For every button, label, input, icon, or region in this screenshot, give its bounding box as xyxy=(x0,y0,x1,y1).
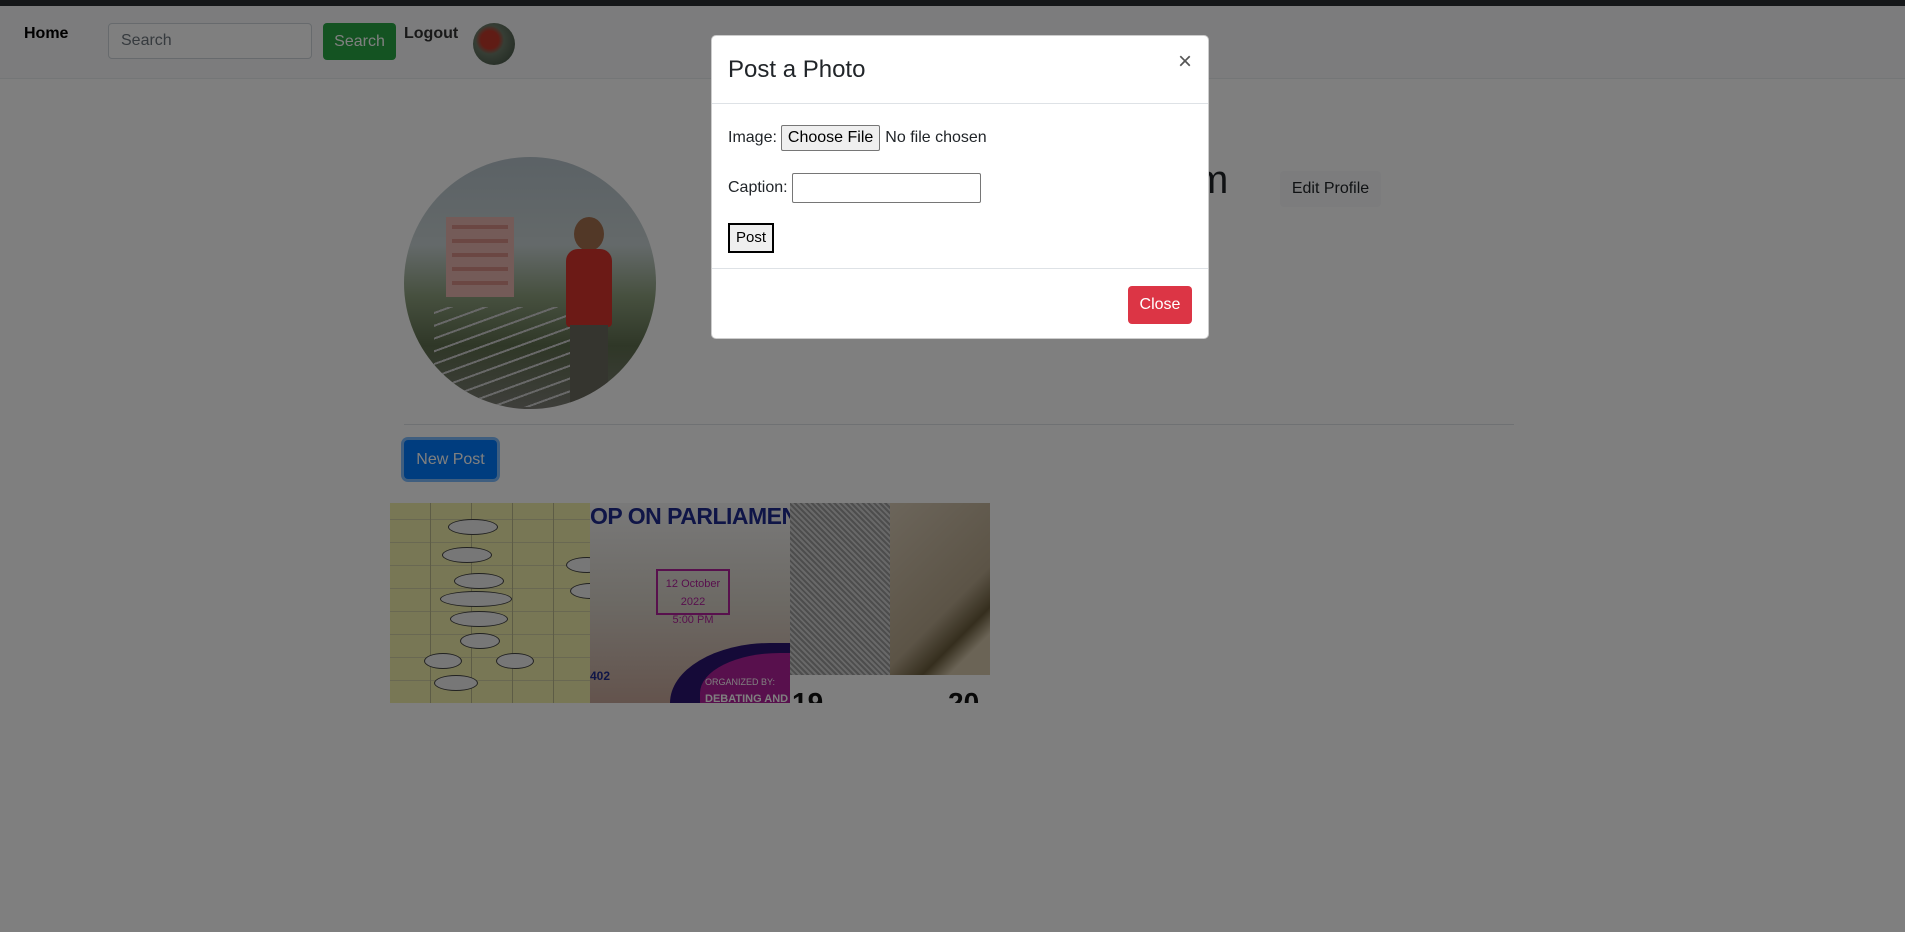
caption-label: Caption: xyxy=(728,179,788,196)
image-row: Image: Choose File No file chosen xyxy=(728,123,987,153)
modal-title: Post a Photo xyxy=(728,56,866,83)
caption-input[interactable] xyxy=(791,173,981,203)
file-status: No file chosen xyxy=(885,129,987,146)
choose-file-button[interactable]: Choose File xyxy=(780,125,881,151)
image-label: Image: xyxy=(728,129,777,146)
post-photo-modal: Post a Photo × Image: Choose File No fil… xyxy=(711,35,1209,339)
close-icon[interactable]: × xyxy=(1178,50,1192,74)
post-button[interactable]: Post xyxy=(728,223,774,253)
modal-header: Post a Photo × xyxy=(712,36,1208,104)
close-button[interactable]: Close xyxy=(1128,286,1192,324)
caption-row: Caption: xyxy=(728,172,981,204)
modal-footer: Close xyxy=(712,268,1208,340)
